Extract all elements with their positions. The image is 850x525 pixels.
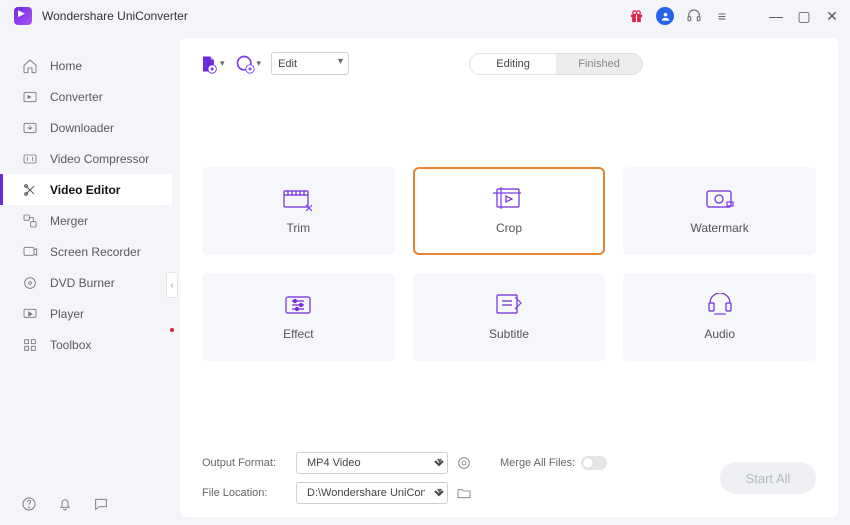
watermark-icon	[704, 187, 736, 211]
sidebar-item-label: DVD Burner	[50, 276, 115, 290]
notifications-bell-icon[interactable]	[56, 495, 74, 513]
toolbox-icon	[22, 337, 38, 353]
card-label: Audio	[704, 327, 735, 341]
title-bar-left: Wondershare UniConverter	[14, 7, 188, 25]
feedback-chat-icon[interactable]	[92, 495, 110, 513]
file-location-select[interactable]: D:\Wondershare UniConverter 1	[296, 482, 448, 504]
title-bar-right: ≡ — ▢ ✕	[628, 7, 840, 25]
sidebar-item-merger[interactable]: Merger	[0, 205, 172, 236]
sidebar-item-label: Player	[50, 307, 84, 321]
sidebar-item-label: Video Editor	[50, 183, 120, 197]
main-panel: ▾ ▾ Edit Editing Finished	[180, 38, 838, 517]
card-crop[interactable]: Crop	[413, 167, 606, 255]
merge-all-label: Merge All Files:	[500, 457, 575, 469]
sidebar-item-label: Video Compressor	[50, 152, 149, 166]
card-label: Watermark	[691, 221, 749, 235]
sidebar-item-label: Downloader	[50, 121, 114, 135]
open-folder-icon[interactable]	[456, 485, 472, 501]
crop-icon	[493, 187, 525, 211]
sidebar-item-label: Converter	[50, 90, 103, 104]
card-label: Subtitle	[489, 327, 529, 341]
output-format-select[interactable]: MP4 Video	[296, 452, 448, 474]
compressor-icon	[22, 151, 38, 167]
chevron-down-icon: ▾	[220, 58, 225, 69]
toolbar: ▾ ▾ Edit Editing Finished	[198, 52, 820, 75]
app-logo-icon	[14, 7, 32, 25]
downloader-icon	[22, 120, 38, 136]
screen-recorder-icon	[22, 244, 38, 260]
footer-icons	[20, 495, 110, 513]
window-close-icon[interactable]: ✕	[824, 8, 840, 24]
sidebar-item-toolbox[interactable]: Toolbox	[0, 329, 172, 360]
add-file-button[interactable]: ▾	[198, 54, 225, 74]
app-title: Wondershare UniConverter	[42, 9, 188, 23]
card-subtitle[interactable]: Subtitle	[413, 273, 606, 361]
card-watermark[interactable]: Watermark	[623, 167, 816, 255]
home-icon	[22, 58, 38, 74]
segment-finished[interactable]: Finished	[556, 54, 642, 74]
segment-editing[interactable]: Editing	[470, 54, 556, 74]
player-icon	[22, 306, 38, 322]
sidebar-item-label: Toolbox	[50, 338, 91, 352]
sidebar-item-converter[interactable]: Converter	[0, 81, 172, 112]
edit-mode-select[interactable]: Edit	[271, 52, 349, 75]
effect-icon	[282, 293, 314, 317]
sidebar-item-label: Merger	[50, 214, 88, 228]
sidebar-item-dvd-burner[interactable]: DVD Burner	[0, 267, 172, 298]
subtitle-icon	[493, 293, 525, 317]
card-label: Effect	[283, 327, 313, 341]
merger-icon	[22, 213, 38, 229]
editor-cards-grid: Trim Crop Watermark Effect	[198, 75, 820, 443]
add-file-icon	[198, 54, 218, 74]
card-audio[interactable]: Audio	[623, 273, 816, 361]
sidebar-item-home[interactable]: Home	[0, 50, 172, 81]
sidebar-item-label: Screen Recorder	[50, 245, 141, 259]
hamburger-menu-icon[interactable]: ≡	[714, 8, 730, 24]
file-location-label: File Location:	[202, 487, 288, 499]
card-trim[interactable]: Trim	[202, 167, 395, 255]
sidebar-item-player[interactable]: Player	[0, 298, 172, 329]
sidebar-item-label: Home	[50, 59, 82, 73]
card-label: Trim	[287, 221, 311, 235]
audio-icon	[704, 293, 736, 317]
chevron-down-icon: ▾	[257, 58, 262, 69]
user-avatar-icon[interactable]	[656, 7, 674, 25]
support-headset-icon[interactable]	[686, 8, 702, 24]
window-minimize-icon[interactable]: —	[768, 8, 784, 24]
converter-icon	[22, 89, 38, 105]
trim-icon	[282, 187, 314, 211]
sidebar: Home Converter Downloader Video Compress…	[0, 32, 172, 525]
card-effect[interactable]: Effect	[202, 273, 395, 361]
merge-all-toggle[interactable]	[581, 456, 607, 470]
gift-icon[interactable]	[628, 8, 644, 24]
output-settings-icon[interactable]	[456, 455, 472, 471]
video-editor-icon	[22, 182, 38, 198]
card-label: Crop	[496, 221, 522, 235]
dvd-burner-icon	[22, 275, 38, 291]
editing-finished-segmented: Editing Finished	[469, 53, 643, 75]
output-format-label: Output Format:	[202, 457, 288, 469]
sidebar-item-screen-recorder[interactable]: Screen Recorder	[0, 236, 172, 267]
add-url-button[interactable]: ▾	[235, 54, 262, 74]
window-maximize-icon[interactable]: ▢	[796, 8, 812, 24]
help-icon[interactable]	[20, 495, 38, 513]
title-bar: Wondershare UniConverter ≡ — ▢ ✕	[0, 0, 850, 32]
sidebar-collapse-handle[interactable]: ‹	[166, 272, 178, 298]
bottom-bar: Output Format: MP4 Video Merge All Files…	[198, 443, 820, 505]
sidebar-item-video-compressor[interactable]: Video Compressor	[0, 143, 172, 174]
sidebar-item-downloader[interactable]: Downloader	[0, 112, 172, 143]
start-all-button[interactable]: Start All	[720, 462, 816, 494]
sidebar-item-video-editor[interactable]: Video Editor	[0, 174, 172, 205]
add-url-icon	[235, 54, 255, 74]
